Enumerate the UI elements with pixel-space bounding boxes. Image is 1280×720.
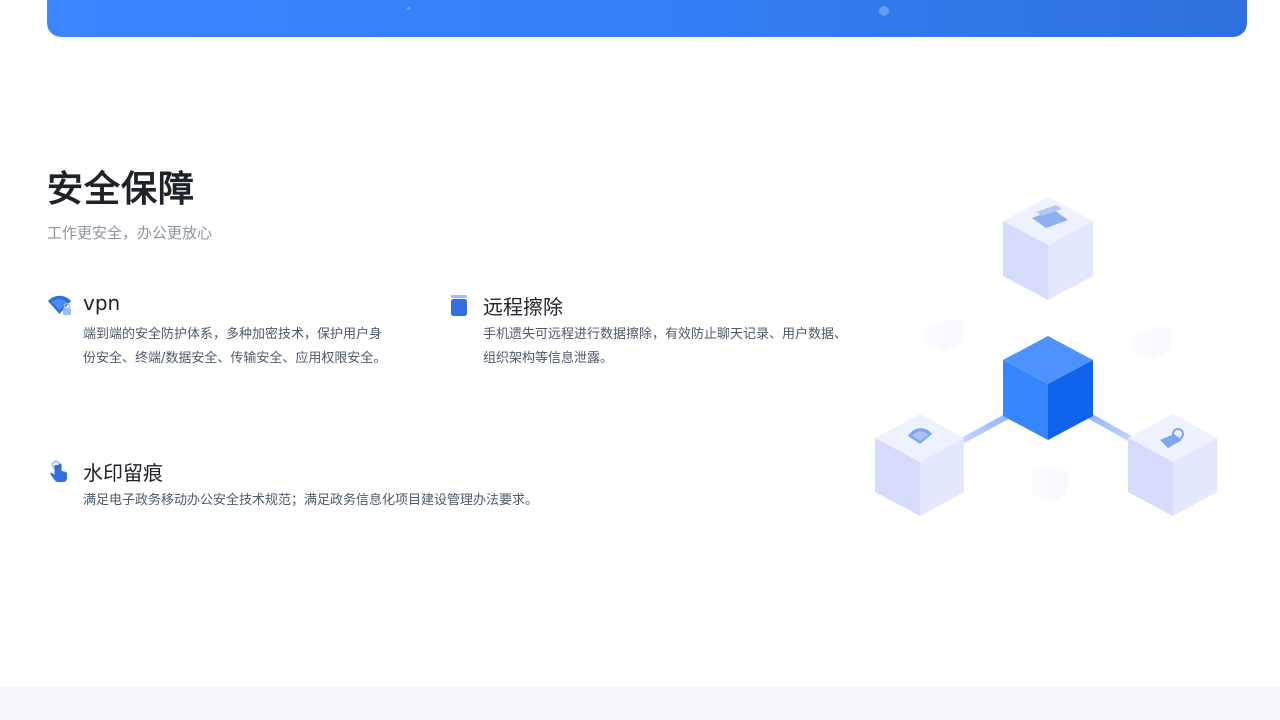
section-title: 安全保障 <box>47 160 195 212</box>
cube-right <box>1128 414 1217 516</box>
feature-description: 端到端的安全防护体系，多种加密技术，保护用户身份安全、终端/数据安全、传输安全、… <box>83 323 391 371</box>
feature-title: vpn <box>83 291 120 315</box>
feature-description: 满足电子政务移动办公安全技术规范；满足政务信息化项目建设管理办法要求。 <box>83 489 643 513</box>
faint-cube <box>924 320 964 352</box>
hand-pointer-icon <box>47 460 71 484</box>
feature-title: 远程擦除 <box>483 291 563 320</box>
trash-icon <box>447 294 471 318</box>
banner-dot <box>879 6 889 16</box>
faint-cube <box>1032 464 1068 503</box>
cube-left <box>875 414 964 516</box>
footer-strip <box>0 687 1280 720</box>
feature-description: 手机遗失可远程进行数据擦除，有效防止聊天记录、用户数据、组织架构等信息泄露。 <box>483 323 855 371</box>
top-banner <box>47 0 1247 37</box>
section-subtitle: 工作更安全，办公更放心 <box>47 222 212 243</box>
wifi-lock-icon <box>47 294 71 318</box>
faint-cube <box>1132 328 1172 360</box>
feature-title: 水印留痕 <box>83 457 163 486</box>
security-illustration <box>860 190 1240 530</box>
cube-top <box>1003 197 1093 300</box>
cube-center <box>1003 336 1093 440</box>
banner-dot <box>407 7 410 10</box>
